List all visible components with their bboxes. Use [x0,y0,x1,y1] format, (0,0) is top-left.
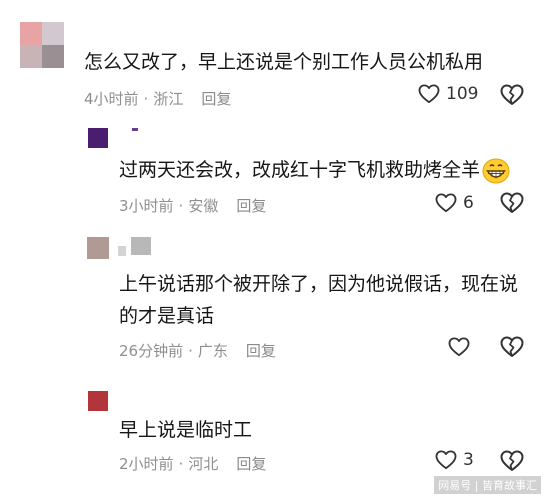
comment-location: 河北 [188,455,219,473]
avatar-fragment [131,237,151,255]
comment-location: 广东 [197,342,228,360]
dislike-button[interactable] [500,192,524,218]
broken-heart-icon [500,450,524,471]
separator-dot: · [178,197,184,215]
avatar[interactable] [20,22,64,68]
avatar[interactable] [88,128,108,148]
dislike-button[interactable] [500,336,524,362]
comment-time: 4小时前 [84,90,139,108]
heart-icon [435,193,457,213]
comment-meta: 3小时前 · 安徽 回复 [119,195,266,216]
separator-dot: · [188,342,193,360]
broken-heart-icon [500,192,524,213]
comment-text: 早上说是临时工 [119,419,253,441]
reply-button[interactable]: 回复 [236,455,266,473]
like-button[interactable]: 3 [435,450,474,470]
comment-location: 安徽 [188,197,219,215]
broken-heart-icon [500,84,524,105]
comment-time: 26分钟前 [119,342,184,360]
like-button[interactable] [448,337,476,357]
heart-icon [448,337,470,357]
like-button[interactable]: 6 [435,193,474,213]
reply-button[interactable]: 回复 [201,90,231,108]
comment-time: 3小时前 [119,197,174,215]
comment-location: 浙江 [153,90,184,108]
comment-meta: 26分钟前 · 广东 回复 [119,340,276,361]
comment-time: 2小时前 [119,455,174,473]
separator-dot: · [143,90,149,108]
like-button[interactable]: 109 [418,84,478,104]
broken-heart-icon [500,336,524,357]
dislike-button[interactable] [500,450,524,476]
comment-text: 过两天还会改，改成红十字飞机救助烤全羊 [119,154,510,186]
comment-meta: 2小时前 · 河北 回复 [119,453,266,474]
reply-button[interactable]: 回复 [246,342,276,360]
grinning-face-icon [482,158,510,183]
avatar-fragment [132,128,138,131]
comment-text: 怎么又改了，早上还说是个别工作人员公机私用 [84,51,484,73]
like-count: 6 [463,193,474,213]
avatar[interactable] [88,391,108,411]
heart-icon [435,450,457,470]
like-count: 3 [463,450,474,470]
dislike-button[interactable] [500,84,524,110]
heart-icon [418,84,440,104]
comment-text-line-1: 上午说话那个被开除了，因为他说假话，现在说 [119,273,519,295]
avatar[interactable] [87,237,109,259]
reply-button[interactable]: 回复 [236,197,266,215]
comment-meta: 4小时前 · 浙江 回复 [84,88,231,109]
avatar-fragment [118,246,126,256]
separator-dot: · [178,455,184,473]
like-count: 109 [446,84,479,104]
comment-text-content: 过两天还会改，改成红十字飞机救助烤全羊 [119,159,481,181]
watermark: 网易号 | 皆育故事汇 [434,476,541,494]
comment-text-line-2: 的才是真话 [119,305,215,327]
